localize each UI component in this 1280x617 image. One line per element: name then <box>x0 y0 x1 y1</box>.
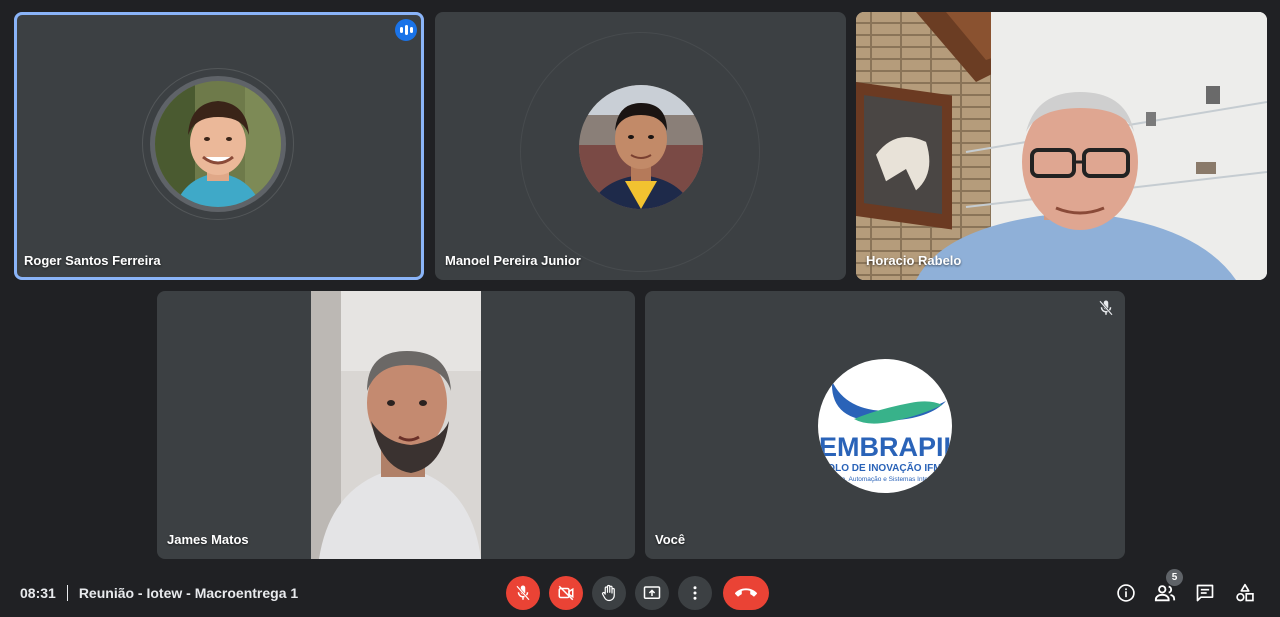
participant-tile-manoel[interactable]: Manoel Pereira Junior <box>435 12 846 280</box>
participant-name: Manoel Pereira Junior <box>445 253 581 268</box>
raise-hand-button[interactable] <box>592 576 626 610</box>
video-feed <box>311 291 481 559</box>
chat-icon <box>1196 584 1214 602</box>
avatar <box>579 85 703 209</box>
hand-icon <box>601 584 615 602</box>
avatar <box>155 81 281 207</box>
shapes-icon <box>1236 583 1254 602</box>
meeting-title: Reunião - Iotew - Macroentrega 1 <box>78 585 299 601</box>
more-options-button[interactable] <box>678 576 712 610</box>
participant-tile-horacio[interactable]: Horacio Rabelo <box>856 12 1267 280</box>
chat-button[interactable] <box>1193 581 1217 605</box>
logo-brand: EMBRAPII <box>819 432 951 462</box>
meeting-details-button[interactable] <box>1114 581 1138 605</box>
embrapii-logo: EMBRAPII POLO DE INOVAÇÃO IFMG Robótica,… <box>818 359 952 493</box>
participant-tile-roger[interactable]: Roger Santos Ferreira <box>14 12 424 280</box>
participant-name: Horacio Rabelo <box>866 253 962 268</box>
camera-off-icon <box>558 585 574 601</box>
mic-toggle-button[interactable] <box>506 576 540 610</box>
bottom-bar: 08:31 Reunião - Iotew - Macroentrega 1 5 <box>0 566 1280 617</box>
participants-count-badge: 5 <box>1166 569 1183 586</box>
logo-line1: POLO DE INOVAÇÃO IFMG <box>821 461 950 474</box>
end-call-button[interactable] <box>723 576 769 610</box>
participant-name: James Matos <box>167 532 249 547</box>
mic-off-icon <box>1099 300 1113 316</box>
meeting-info: 08:31 Reunião - Iotew - Macroentrega 1 <box>20 585 298 601</box>
mic-off-icon <box>516 585 530 601</box>
participant-tile-james[interactable]: James Matos <box>157 291 635 559</box>
present-screen-icon <box>643 586 661 599</box>
logo-line2: Robótica, Automação e Sistemas Inteligen… <box>820 476 952 483</box>
participant-tile-self[interactable]: EMBRAPII POLO DE INOVAÇÃO IFMG Robótica,… <box>645 291 1125 559</box>
info-icon <box>1117 584 1135 602</box>
meeting-time: 08:31 <box>20 585 56 601</box>
participant-name: Roger Santos Ferreira <box>24 253 161 268</box>
camera-toggle-button[interactable] <box>549 576 583 610</box>
present-button[interactable] <box>635 576 669 610</box>
end-call-icon <box>735 588 757 597</box>
speaking-indicator-icon <box>395 19 417 41</box>
participant-name: Você <box>655 532 686 547</box>
video-feed <box>856 12 1267 280</box>
more-vert-icon <box>693 586 697 600</box>
activities-button[interactable] <box>1233 581 1257 605</box>
separator <box>66 585 68 601</box>
